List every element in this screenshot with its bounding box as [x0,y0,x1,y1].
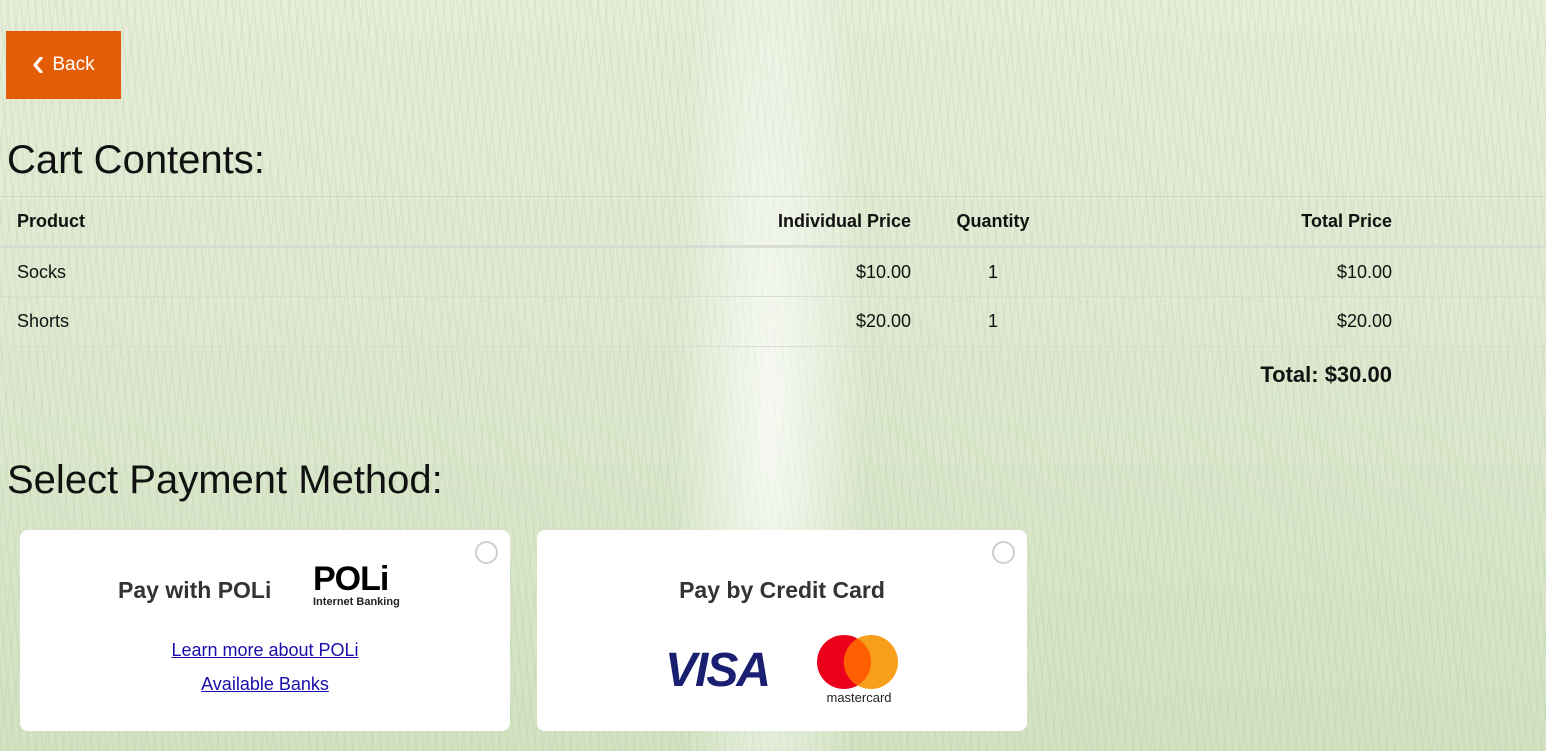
credit-card-radio[interactable] [992,541,1015,564]
poli-logo-word: POLi [313,560,389,598]
cell-individual-price: $10.00 [700,246,928,297]
mastercard-logo: mastercard [817,635,898,705]
column-header-spacer [1409,196,1546,248]
cell-product: Shorts [0,296,700,347]
column-header-individual-price: Individual Price [700,196,928,248]
cart-title: Cart Contents: [7,138,265,182]
available-banks-link[interactable]: Available Banks [20,674,510,695]
cell-product: Socks [0,246,700,297]
payment-option-poli[interactable]: Pay with POLi POLi Internet Banking Lear… [20,530,510,731]
cell-total-price: $10.00 [1058,246,1409,297]
back-button[interactable]: Back [6,31,121,99]
cell-spacer [1409,246,1546,297]
credit-card-heading: Pay by Credit Card [679,577,885,603]
column-header-quantity: Quantity [928,196,1058,248]
cart-table: Product Individual Price Quantity Total … [0,196,1546,347]
payment-method-title: Select Payment Method: [7,458,443,502]
column-header-product: Product [0,196,700,248]
cart-total: Total: $30.00 [1260,362,1392,387]
poli-logo: POLi Internet Banking [313,562,409,608]
cell-total-price: $20.00 [1058,296,1409,347]
poli-logo-subtitle: Internet Banking [313,596,400,608]
column-header-total-price: Total Price [1058,196,1409,248]
cell-spacer [1409,296,1546,347]
visa-logo: VISA [665,644,771,697]
table-header-row: Product Individual Price Quantity Total … [0,196,1546,248]
mastercard-logo-text: mastercard [826,690,891,705]
table-row: Socks $10.00 1 $10.00 [0,246,1546,297]
poli-heading: Pay with POLi [118,577,272,603]
cell-individual-price: $20.00 [700,296,928,347]
back-button-label: Back [52,54,95,75]
poli-radio[interactable] [475,541,498,564]
cell-quantity: 1 [928,296,1058,347]
payment-option-credit-card[interactable]: Pay by Credit Card VISA mastercard [537,530,1027,731]
chevron-left-icon [33,57,43,73]
cell-quantity: 1 [928,246,1058,297]
learn-more-poli-link[interactable]: Learn more about POLi [20,640,510,661]
table-row: Shorts $20.00 1 $20.00 [0,296,1546,347]
